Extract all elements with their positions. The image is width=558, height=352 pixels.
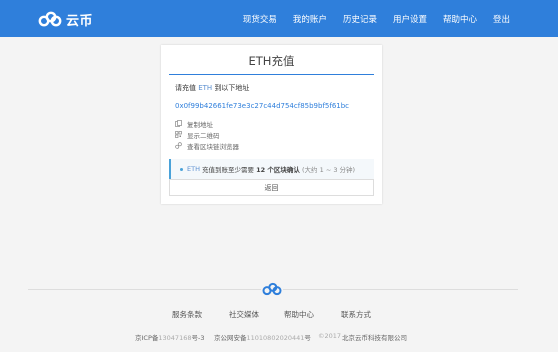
company-name: 北京云币科技有限公司 (342, 334, 407, 342)
footer-link-terms[interactable]: 服务条款 (172, 309, 202, 320)
icp-prefix: 京ICP备 (135, 334, 159, 342)
nav-item-spot-trading[interactable]: 现货交易 (243, 13, 277, 25)
confirmation-notice: ETH 充值到账至少需要 12 个区块确认 (大约 1 ~ 3 分钟) (169, 159, 374, 179)
notice-text: 充值到账至少需要 (202, 166, 255, 174)
footer-logo (261, 281, 283, 297)
brand-logo[interactable]: 云币 (38, 9, 93, 29)
back-button[interactable]: 返回 (169, 179, 374, 196)
deposit-panel: ETH充值 请充值 ETH 到以下地址 0x0f99b42661fe73e3c2… (161, 45, 382, 204)
main-nav: 现货交易 我的账户 历史记录 用户设置 帮助中心 登出 (227, 0, 510, 37)
police-suffix: 号 (304, 334, 311, 342)
instruction-coin: ETH (198, 84, 213, 92)
nav-item-history[interactable]: 历史记录 (343, 13, 377, 25)
address-actions: 复制地址 显示二维码 查看区块链浏览器 (175, 118, 382, 151)
police-record: 京公网安备11010802020441号 (214, 332, 311, 342)
copy-address-label: 复制地址 (187, 120, 213, 129)
notice-confirmations: 12 个区块确认 (256, 166, 300, 174)
block-explorer-link[interactable]: 查看区块链浏览器 (175, 140, 382, 151)
nav-item-logout[interactable]: 登出 (493, 13, 510, 25)
brand-name: 云币 (66, 13, 94, 29)
icp-suffix: 号-3 (191, 334, 205, 342)
qrcode-icon (175, 131, 182, 138)
block-explorer-label: 查看区块链浏览器 (187, 142, 239, 151)
show-qrcode-link[interactable]: 显示二维码 (175, 129, 382, 140)
nav-item-my-account[interactable]: 我的账户 (293, 13, 327, 25)
police-prefix: 京公网安备 (214, 334, 247, 342)
nav-item-user-settings[interactable]: 用户设置 (393, 13, 427, 25)
footer-link-help[interactable]: 帮助中心 (284, 309, 314, 320)
copyright-year: ©2017 (318, 332, 342, 340)
top-nav-bar: 云币 现货交易 我的账户 历史记录 用户设置 帮助中心 登出 (0, 0, 558, 37)
copy-icon (175, 120, 182, 127)
notice-duration: (大约 1 ~ 3 分钟) (302, 166, 356, 174)
footer-link-social[interactable]: 社交媒体 (229, 309, 259, 320)
link-icon (175, 142, 182, 149)
cloud-logo-icon (38, 11, 62, 27)
cloud-logo-icon (262, 282, 282, 296)
panel-title: ETH充值 (248, 54, 295, 68)
instruction-prefix: 请充值 (175, 84, 196, 92)
footer-link-contact[interactable]: 联系方式 (341, 309, 371, 320)
deposit-address[interactable]: 0x0f99b42661fe73e3c27c44d754cf85b9bf5f61… (175, 102, 382, 110)
bullet-icon (180, 167, 183, 171)
copy-address-link[interactable]: 复制地址 (175, 118, 382, 129)
police-number: 11010802020441 (246, 334, 305, 342)
icp-record: 京ICP备13047168号-3 (135, 332, 204, 342)
instruction-suffix: 到以下地址 (214, 84, 250, 92)
notice-coin: ETH (187, 165, 200, 173)
deposit-instruction: 请充值 ETH 到以下地址 (175, 83, 382, 93)
nav-item-help-center[interactable]: 帮助中心 (443, 13, 477, 25)
show-qrcode-label: 显示二维码 (187, 131, 220, 140)
icp-number: 13047168 (158, 334, 192, 342)
